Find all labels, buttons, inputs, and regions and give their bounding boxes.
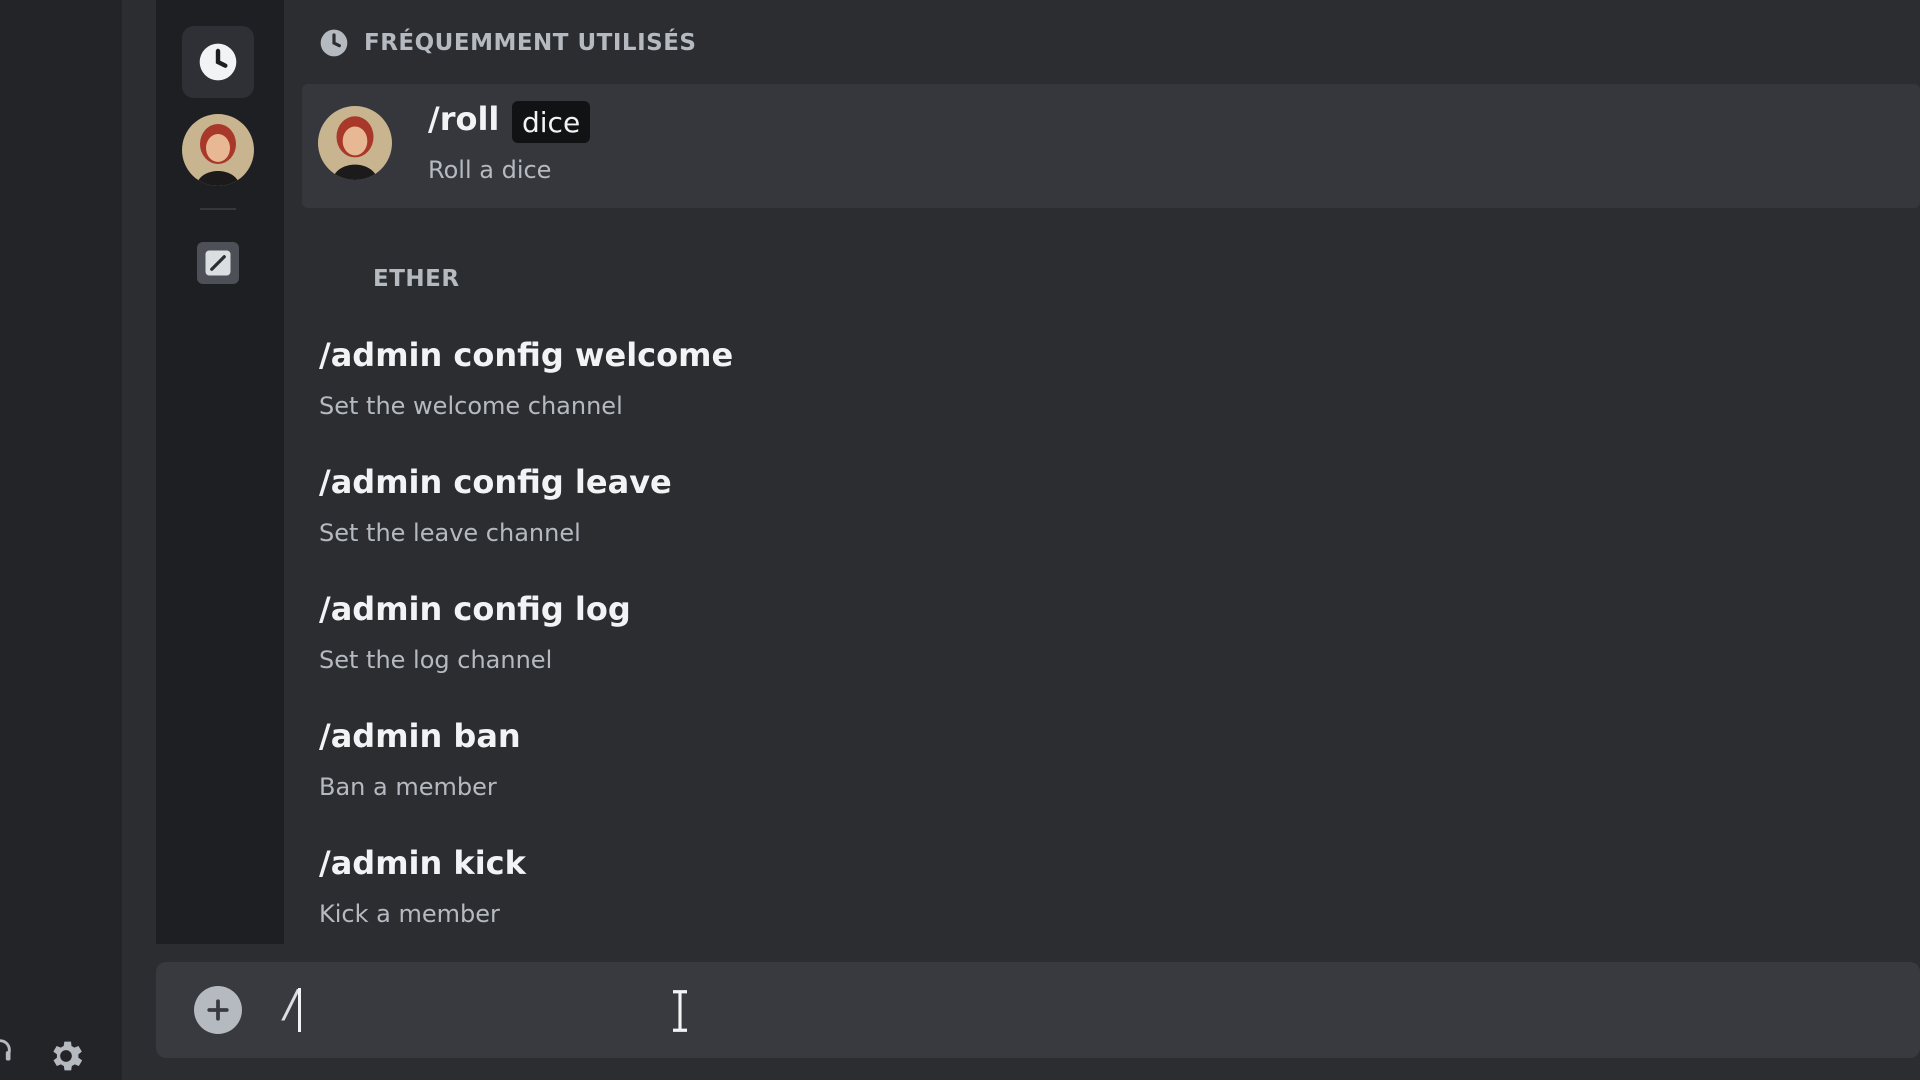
server-sidebar [0, 0, 122, 1080]
ether-section-header: ETHER [373, 264, 460, 294]
command-name: /admin config welcome [319, 336, 734, 374]
command-description: Set the leave channel [319, 519, 581, 547]
command-description: Kick a member [319, 900, 500, 928]
rail-ether-button[interactable] [197, 242, 239, 284]
plus-circle-icon [207, 999, 229, 1021]
message-input-bar [156, 962, 1920, 1058]
command-param-chip: dice [512, 101, 591, 143]
command-name: /admin kick [319, 844, 526, 882]
command-description: Set the log channel [319, 646, 553, 674]
command-name: /roll [428, 100, 500, 138]
add-attachment-button[interactable] [194, 986, 242, 1034]
frequent-section-header: FRÉQUEMMENT UTILISÉS [318, 28, 696, 58]
command-name: /admin config leave [319, 463, 672, 501]
text-cursor-icon [673, 990, 687, 1032]
frequent-section-title: FRÉQUEMMENT UTILISÉS [364, 30, 697, 56]
command-name: /admin config log [319, 590, 631, 628]
pencil-icon [205, 250, 231, 276]
command-description: Ban a member [319, 773, 497, 801]
clock-icon [199, 43, 237, 81]
rail-recent-button[interactable] [182, 26, 254, 98]
message-input[interactable]: / [284, 982, 297, 1026]
bot-avatar [318, 106, 392, 180]
command-description: Set the welcome channel [319, 392, 623, 420]
command-description: Roll a dice [428, 156, 552, 184]
rail-separator [200, 208, 236, 210]
rail-bot-avatar[interactable] [182, 114, 254, 186]
clock-icon [320, 29, 348, 57]
headphones-icon[interactable] [0, 1036, 14, 1064]
ether-section-title: ETHER [373, 266, 460, 292]
command-name: /admin ban [319, 717, 521, 755]
text-caret [298, 988, 301, 1032]
gear-icon[interactable] [46, 1036, 86, 1076]
